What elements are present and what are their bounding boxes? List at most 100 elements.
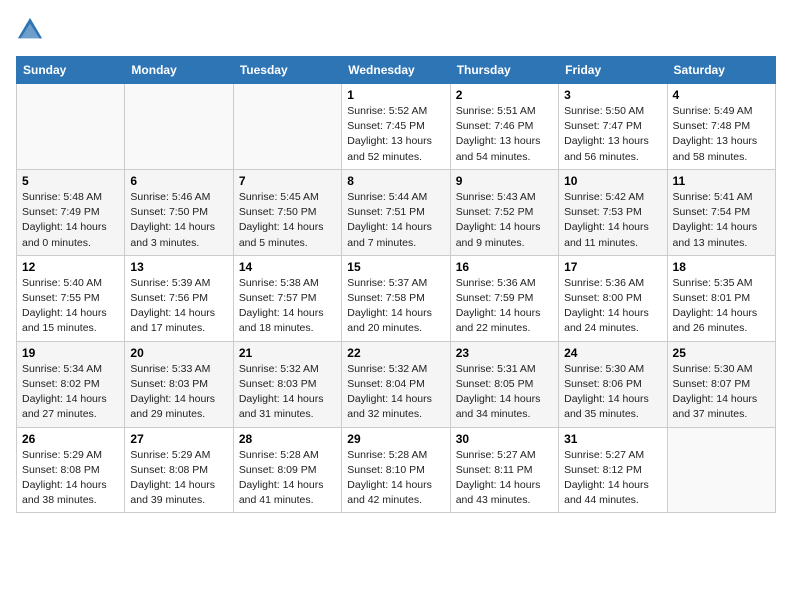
calendar-row-4: 26 Sunrise: 5:29 AMSunset: 8:08 PMDayligh…: [17, 427, 776, 513]
calendar-cell: 7 Sunrise: 5:45 AMSunset: 7:50 PMDaylight…: [233, 169, 341, 255]
weekday-header-monday: Monday: [125, 57, 233, 84]
calendar-row-1: 5Sunrise: 5:48 AMSunset: 7:49 PMDaylight…: [17, 169, 776, 255]
calendar-cell: 13 Sunrise: 5:39 AMSunset: 7:56 PMDayligh…: [125, 255, 233, 341]
day-number: 28: [239, 432, 336, 446]
day-number: 15: [347, 260, 444, 274]
weekday-header-saturday: Saturday: [667, 57, 775, 84]
day-number: 4: [673, 88, 770, 102]
day-info: Sunrise: 5:52 AMSunset: 7:45 PMDaylight:…: [347, 104, 444, 165]
day-info: Sunrise: 5:45 AMSunset: 7:50 PMDaylight:…: [239, 190, 336, 251]
calendar-cell: 12 Sunrise: 5:40 AMSunset: 7:55 PMDayligh…: [17, 255, 125, 341]
weekday-header-thursday: Thursday: [450, 57, 558, 84]
day-info: Sunrise: 5:51 AMSunset: 7:46 PMDaylight:…: [456, 104, 553, 165]
calendar-cell: [125, 84, 233, 170]
calendar-row-2: 12 Sunrise: 5:40 AMSunset: 7:55 PMDayligh…: [17, 255, 776, 341]
day-number: 2: [456, 88, 553, 102]
calendar-cell: 24 Sunrise: 5:30 AMSunset: 8:06 PMDayligh…: [559, 341, 667, 427]
day-number: 13: [130, 260, 227, 274]
day-number: 6: [130, 174, 227, 188]
day-info: Sunrise: 5:36 AMSunset: 8:00 PMDaylight:…: [564, 276, 661, 337]
calendar-cell: 8 Sunrise: 5:44 AMSunset: 7:51 PMDaylight…: [342, 169, 450, 255]
day-info: Sunrise: 5:46 AMSunset: 7:50 PMDaylight:…: [130, 190, 227, 251]
calendar-row-3: 19 Sunrise: 5:34 AMSunset: 8:02 PMDayligh…: [17, 341, 776, 427]
calendar-cell: 6 Sunrise: 5:46 AMSunset: 7:50 PMDaylight…: [125, 169, 233, 255]
calendar-cell: 11 Sunrise: 5:41 AMSunset: 7:54 PMDayligh…: [667, 169, 775, 255]
calendar-cell: [233, 84, 341, 170]
calendar-cell: 21 Sunrise: 5:32 AMSunset: 8:03 PMDayligh…: [233, 341, 341, 427]
calendar-cell: 22 Sunrise: 5:32 AMSunset: 8:04 PMDayligh…: [342, 341, 450, 427]
day-number: 16: [456, 260, 553, 274]
day-number: 17: [564, 260, 661, 274]
calendar-cell: 31 Sunrise: 5:27 AMSunset: 8:12 PMDayligh…: [559, 427, 667, 513]
calendar-cell: [667, 427, 775, 513]
calendar-cell: 3 Sunrise: 5:50 AMSunset: 7:47 PMDaylight…: [559, 84, 667, 170]
weekday-header-sunday: Sunday: [17, 57, 125, 84]
day-info: Sunrise: 5:27 AMSunset: 8:12 PMDaylight:…: [564, 448, 661, 509]
day-info: Sunrise: 5:37 AMSunset: 7:58 PMDaylight:…: [347, 276, 444, 337]
day-number: 1: [347, 88, 444, 102]
day-number: 8: [347, 174, 444, 188]
calendar-cell: 30Sunrise: 5:27 AMSunset: 8:11 PMDayligh…: [450, 427, 558, 513]
day-number: 18: [673, 260, 770, 274]
day-info: Sunrise: 5:41 AMSunset: 7:54 PMDaylight:…: [673, 190, 770, 251]
day-info: Sunrise: 5:28 AMSunset: 8:10 PMDaylight:…: [347, 448, 444, 509]
day-info: Sunrise: 5:43 AMSunset: 7:52 PMDaylight:…: [456, 190, 553, 251]
day-info: Sunrise: 5:30 AMSunset: 8:06 PMDaylight:…: [564, 362, 661, 423]
day-number: 26: [22, 432, 119, 446]
day-info: Sunrise: 5:35 AMSunset: 8:01 PMDaylight:…: [673, 276, 770, 337]
calendar-cell: 20 Sunrise: 5:33 AMSunset: 8:03 PMDayligh…: [125, 341, 233, 427]
logo: [16, 16, 48, 44]
weekday-header-row: SundayMondayTuesdayWednesdayThursdayFrid…: [17, 57, 776, 84]
day-number: 12: [22, 260, 119, 274]
calendar-cell: 19 Sunrise: 5:34 AMSunset: 8:02 PMDayligh…: [17, 341, 125, 427]
calendar-cell: 14Sunrise: 5:38 AMSunset: 7:57 PMDayligh…: [233, 255, 341, 341]
day-info: Sunrise: 5:32 AMSunset: 8:04 PMDaylight:…: [347, 362, 444, 423]
calendar: SundayMondayTuesdayWednesdayThursdayFrid…: [16, 56, 776, 513]
calendar-cell: 27Sunrise: 5:29 AMSunset: 8:08 PMDayligh…: [125, 427, 233, 513]
calendar-cell: 4Sunrise: 5:49 AMSunset: 7:48 PMDaylight…: [667, 84, 775, 170]
day-number: 27: [130, 432, 227, 446]
day-info: Sunrise: 5:30 AMSunset: 8:07 PMDaylight:…: [673, 362, 770, 423]
day-info: Sunrise: 5:28 AMSunset: 8:09 PMDaylight:…: [239, 448, 336, 509]
day-info: Sunrise: 5:29 AMSunset: 8:08 PMDaylight:…: [22, 448, 119, 509]
calendar-cell: 29 Sunrise: 5:28 AMSunset: 8:10 PMDayligh…: [342, 427, 450, 513]
day-info: Sunrise: 5:39 AMSunset: 7:56 PMDaylight:…: [130, 276, 227, 337]
calendar-row-0: 1 Sunrise: 5:52 AMSunset: 7:45 PMDaylight…: [17, 84, 776, 170]
weekday-header-tuesday: Tuesday: [233, 57, 341, 84]
day-number: 19: [22, 346, 119, 360]
day-number: 20: [130, 346, 227, 360]
day-number: 31: [564, 432, 661, 446]
day-info: Sunrise: 5:48 AMSunset: 7:49 PMDaylight:…: [22, 190, 119, 251]
day-number: 29: [347, 432, 444, 446]
day-number: 14: [239, 260, 336, 274]
day-number: 11: [673, 174, 770, 188]
day-number: 7: [239, 174, 336, 188]
logo-icon: [16, 16, 44, 44]
day-number: 22: [347, 346, 444, 360]
day-number: 21: [239, 346, 336, 360]
calendar-cell: 26 Sunrise: 5:29 AMSunset: 8:08 PMDayligh…: [17, 427, 125, 513]
day-info: Sunrise: 5:32 AMSunset: 8:03 PMDaylight:…: [239, 362, 336, 423]
day-info: Sunrise: 5:42 AMSunset: 7:53 PMDaylight:…: [564, 190, 661, 251]
header: [16, 16, 776, 44]
calendar-cell: 2 Sunrise: 5:51 AMSunset: 7:46 PMDaylight…: [450, 84, 558, 170]
calendar-cell: 9Sunrise: 5:43 AMSunset: 7:52 PMDaylight…: [450, 169, 558, 255]
day-info: Sunrise: 5:34 AMSunset: 8:02 PMDaylight:…: [22, 362, 119, 423]
day-info: Sunrise: 5:40 AMSunset: 7:55 PMDaylight:…: [22, 276, 119, 337]
weekday-header-wednesday: Wednesday: [342, 57, 450, 84]
day-info: Sunrise: 5:27 AMSunset: 8:11 PMDaylight:…: [456, 448, 553, 509]
calendar-cell: 18 Sunrise: 5:35 AMSunset: 8:01 PMDayligh…: [667, 255, 775, 341]
calendar-cell: 1 Sunrise: 5:52 AMSunset: 7:45 PMDaylight…: [342, 84, 450, 170]
calendar-cell: 25 Sunrise: 5:30 AMSunset: 8:07 PMDayligh…: [667, 341, 775, 427]
calendar-cell: 15 Sunrise: 5:37 AMSunset: 7:58 PMDayligh…: [342, 255, 450, 341]
calendar-cell: 5Sunrise: 5:48 AMSunset: 7:49 PMDaylight…: [17, 169, 125, 255]
day-number: 25: [673, 346, 770, 360]
calendar-cell: 23Sunrise: 5:31 AMSunset: 8:05 PMDayligh…: [450, 341, 558, 427]
day-info: Sunrise: 5:50 AMSunset: 7:47 PMDaylight:…: [564, 104, 661, 165]
day-number: 10: [564, 174, 661, 188]
day-info: Sunrise: 5:33 AMSunset: 8:03 PMDaylight:…: [130, 362, 227, 423]
day-number: 3: [564, 88, 661, 102]
day-number: 24: [564, 346, 661, 360]
day-info: Sunrise: 5:44 AMSunset: 7:51 PMDaylight:…: [347, 190, 444, 251]
calendar-cell: 10 Sunrise: 5:42 AMSunset: 7:53 PMDayligh…: [559, 169, 667, 255]
